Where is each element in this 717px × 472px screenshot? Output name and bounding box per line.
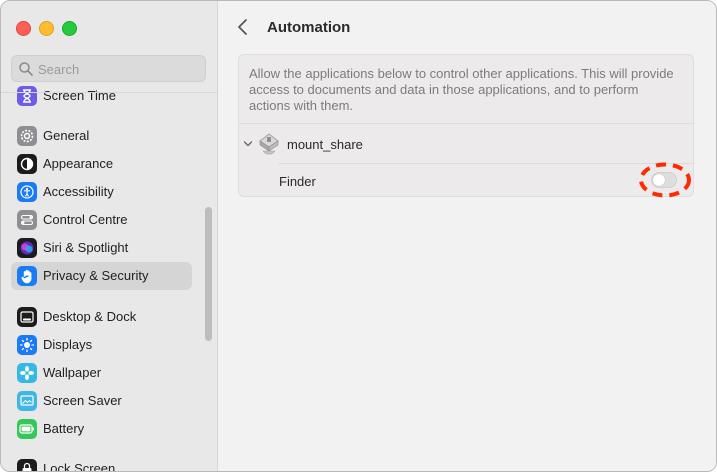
gear-icon <box>17 126 37 146</box>
sidebar: Search Screen Time General Appearance Ac… <box>1 1 218 471</box>
sidebar-item-siri-spotlight[interactable]: Siri & Spotlight <box>11 234 192 262</box>
sidebar-item-wallpaper[interactable]: Wallpaper <box>11 359 192 387</box>
sidebar-item-general[interactable]: General <box>11 122 192 150</box>
hand-icon <box>17 266 37 286</box>
automation-description: Allow the applications below to control … <box>249 66 674 113</box>
sidebar-item-label: Siri & Spotlight <box>43 240 129 255</box>
sidebar-item-displays[interactable]: Displays <box>11 331 192 359</box>
target-app-name: Finder <box>279 174 316 189</box>
sidebar-item-label: Appearance <box>43 156 114 171</box>
finder-permission-toggle[interactable] <box>651 172 677 188</box>
sidebar-item-label: General <box>43 128 90 143</box>
search-field[interactable]: Search <box>11 55 206 82</box>
back-chevron-icon[interactable] <box>234 17 252 37</box>
zoom-window-button[interactable] <box>62 21 77 36</box>
sidebar-item-privacy-security[interactable]: Privacy & Security <box>11 262 192 290</box>
page-title: Automation <box>267 19 351 36</box>
minimize-window-button[interactable] <box>39 21 54 36</box>
search-placeholder: Search <box>38 62 80 77</box>
row-divider <box>278 163 695 164</box>
flower-icon <box>17 363 37 383</box>
sidebar-item-control-centre[interactable]: Control Centre <box>11 206 192 234</box>
search-icon <box>19 62 33 76</box>
sidebar-item-label: Screen Saver <box>43 393 122 408</box>
chevron-down-icon[interactable] <box>243 140 253 148</box>
sidebar-item-label: Desktop & Dock <box>43 309 137 324</box>
sidebar-item-label: Accessibility <box>43 184 114 199</box>
app-name: mount_share <box>287 137 363 152</box>
battery-icon <box>17 419 37 439</box>
sidebar-item-screen-saver[interactable]: Screen Saver <box>11 387 192 415</box>
close-window-button[interactable] <box>16 21 31 36</box>
traffic-lights <box>16 21 77 36</box>
control-centre-icon <box>17 210 37 230</box>
accessibility-icon <box>17 182 37 202</box>
sun-icon <box>17 335 37 355</box>
sidebar-item-label: Lock Screen <box>43 461 116 471</box>
toggle-knob <box>653 174 665 186</box>
sidebar-item-desktop-dock[interactable]: Desktop & Dock <box>11 303 192 331</box>
sidebar-item-battery[interactable]: Battery <box>11 415 192 443</box>
sidebar-item-appearance[interactable]: Appearance <box>11 150 192 178</box>
sidebar-item-label: Control Centre <box>43 212 128 227</box>
sidebar-item-lock-screen[interactable]: Lock Screen <box>11 455 192 471</box>
siri-icon <box>17 238 37 258</box>
panel-divider <box>239 123 695 124</box>
sidebar-item-label: Displays <box>43 337 93 352</box>
sidebar-item-label: Battery <box>43 421 85 436</box>
settings-window: Search Screen Time General Appearance Ac… <box>0 0 717 472</box>
sidebar-scrollbar[interactable] <box>205 207 212 341</box>
main-content: Automation Allow the applications below … <box>218 1 716 471</box>
disk-icon <box>259 133 279 155</box>
sidebar-scroll-area: General Appearance Accessibility Control… <box>1 93 217 471</box>
appearance-icon <box>17 154 37 174</box>
screensaver-icon <box>17 391 37 411</box>
dock-icon <box>17 307 37 327</box>
sidebar-item-label: Privacy & Security <box>43 268 149 283</box>
automation-panel: Allow the applications below to control … <box>238 54 695 197</box>
sidebar-item-accessibility[interactable]: Accessibility <box>11 178 192 206</box>
lock-icon <box>17 459 37 471</box>
sidebar-item-label: Wallpaper <box>43 365 102 380</box>
